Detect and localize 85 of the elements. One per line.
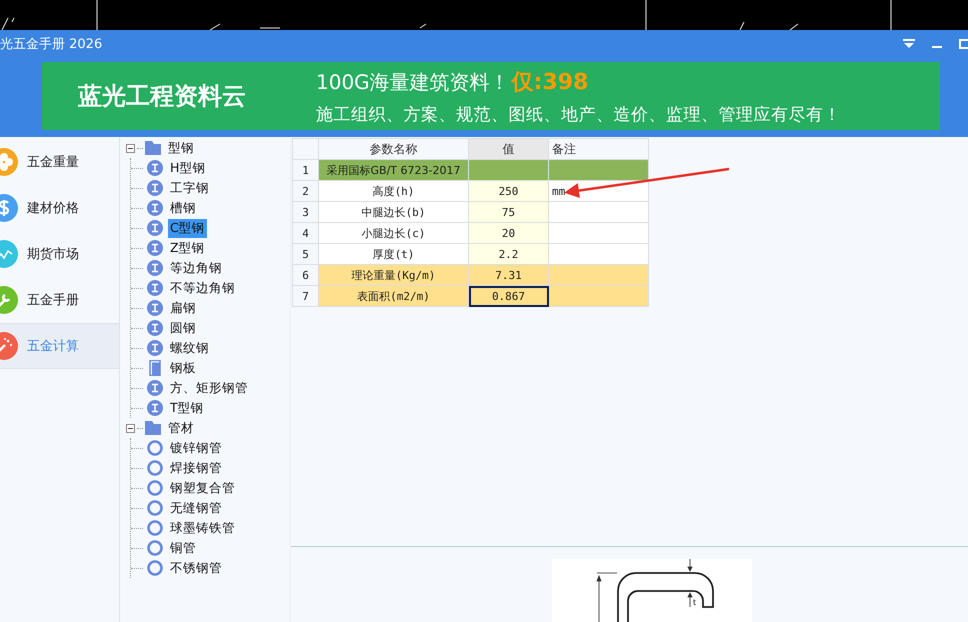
tree-item[interactable]: T型钢 <box>168 398 206 418</box>
window-title: 光五金手册 2026 <box>0 36 104 52</box>
beam-icon <box>147 340 163 356</box>
row-number: 5 <box>292 244 318 264</box>
row-number: 4 <box>292 222 318 244</box>
value-cell[interactable] <box>468 160 548 180</box>
collapse-toggle[interactable] <box>126 424 135 432</box>
beam-icon <box>147 300 163 316</box>
minimize-icon <box>932 46 942 48</box>
row-number: 1 <box>292 160 318 180</box>
price-label: 仅:398 <box>512 68 588 96</box>
tree-item[interactable]: 焊接钢管 <box>168 458 224 478</box>
tree-item[interactable]: 钢塑复合管 <box>168 478 237 498</box>
tree-item[interactable]: 不等边角钢 <box>168 278 237 298</box>
banner-tagline: 施工组织、方案、规范、图纸、地产、造价、监理、管理应有尽有！ <box>316 104 841 126</box>
tree-item[interactable]: 铜管 <box>168 538 198 558</box>
banner-headline: 100G海量建筑资料！ <box>316 68 510 96</box>
ring-icon <box>147 540 163 556</box>
tree-item[interactable]: C型钢 <box>168 218 207 238</box>
tree-item[interactable]: 不锈钢管 <box>168 558 224 578</box>
beam-icon <box>147 200 163 216</box>
tree-item[interactable]: 扁钢 <box>168 298 198 318</box>
tree-item[interactable]: 工字钢 <box>168 178 211 198</box>
tree-item[interactable]: H型钢 <box>168 158 208 178</box>
tree-item[interactable]: 等边角钢 <box>168 258 224 278</box>
value-cell[interactable]: 0.867 <box>468 286 548 306</box>
nav-item[interactable]: 五金重量 <box>0 139 119 185</box>
tree-item[interactable]: 方、矩形钢管 <box>168 378 250 398</box>
beam-icon <box>147 180 163 196</box>
table-cell: 中腿边长(b) <box>318 202 468 222</box>
brand-name: 蓝光工程资料云 <box>78 81 247 112</box>
tree-item[interactable]: 槽钢 <box>168 198 198 218</box>
table-cell: 理论重量(Kg/m) <box>318 264 468 286</box>
beam-icon <box>147 320 163 336</box>
plate-icon <box>147 360 163 376</box>
nav-item[interactable]: 五金手册 <box>0 277 119 323</box>
tree-item[interactable]: 型钢 <box>166 138 196 158</box>
folder-icon <box>145 141 161 155</box>
column-header[interactable]: 备注 <box>548 138 648 160</box>
ring-icon <box>147 520 163 536</box>
ring-icon <box>147 460 163 476</box>
table-cell: 采用国标GB/T 6723-2017 <box>318 160 468 180</box>
tree-item[interactable]: 球墨铸铁管 <box>168 518 237 538</box>
tree-item[interactable]: 钢板 <box>168 358 198 378</box>
folder-icon <box>145 421 161 435</box>
table-cell: 高度(h) <box>318 180 468 202</box>
maximize-button[interactable] <box>958 36 968 50</box>
beam-icon <box>147 160 163 176</box>
value-cell[interactable]: 250 <box>468 180 548 202</box>
column-header[interactable]: 值 <box>468 138 548 160</box>
dimension-label: t <box>693 598 696 607</box>
row-number: 6 <box>292 264 318 286</box>
ring-icon <box>147 560 163 576</box>
beam-icon <box>147 280 163 296</box>
nav-item[interactable]: 建材价格 <box>0 185 119 231</box>
column-header[interactable]: 参数名称 <box>318 138 468 160</box>
beam-icon <box>147 400 163 416</box>
table-cell: 表面积(m2/m) <box>318 286 468 306</box>
beam-icon <box>147 260 163 276</box>
beam-icon <box>147 380 163 396</box>
tree-item[interactable]: 圆钢 <box>168 318 198 338</box>
dropdown-button[interactable] <box>902 36 916 50</box>
table-cell: 小腿边长(c) <box>318 222 468 244</box>
value-cell[interactable]: 7.31 <box>468 264 548 286</box>
beam-icon <box>147 240 163 256</box>
beam-icon <box>147 220 163 236</box>
value-cell[interactable]: 2.2 <box>468 244 548 264</box>
nav-item[interactable]: 期货市场 <box>0 231 119 277</box>
ring-icon <box>147 500 163 516</box>
ring-icon <box>147 480 163 496</box>
table-cell: 厚度(t) <box>318 244 468 264</box>
row-number: 3 <box>292 202 318 222</box>
caret-icon <box>902 36 916 50</box>
ring-icon <box>147 440 163 456</box>
value-cell[interactable]: 75 <box>468 202 548 222</box>
tree-item[interactable]: 无缝钢管 <box>168 498 224 518</box>
tree-item[interactable]: Z型钢 <box>168 238 207 258</box>
value-cell[interactable]: 20 <box>468 222 548 244</box>
tree-item[interactable]: 螺纹钢 <box>168 338 211 358</box>
tree-item[interactable]: 镀锌钢管 <box>168 438 224 458</box>
row-number: 7 <box>292 286 318 306</box>
row-number: 2 <box>292 180 318 202</box>
tree-item[interactable]: 管材 <box>166 418 196 438</box>
maximize-icon <box>958 36 968 50</box>
collapse-toggle[interactable] <box>126 144 135 152</box>
